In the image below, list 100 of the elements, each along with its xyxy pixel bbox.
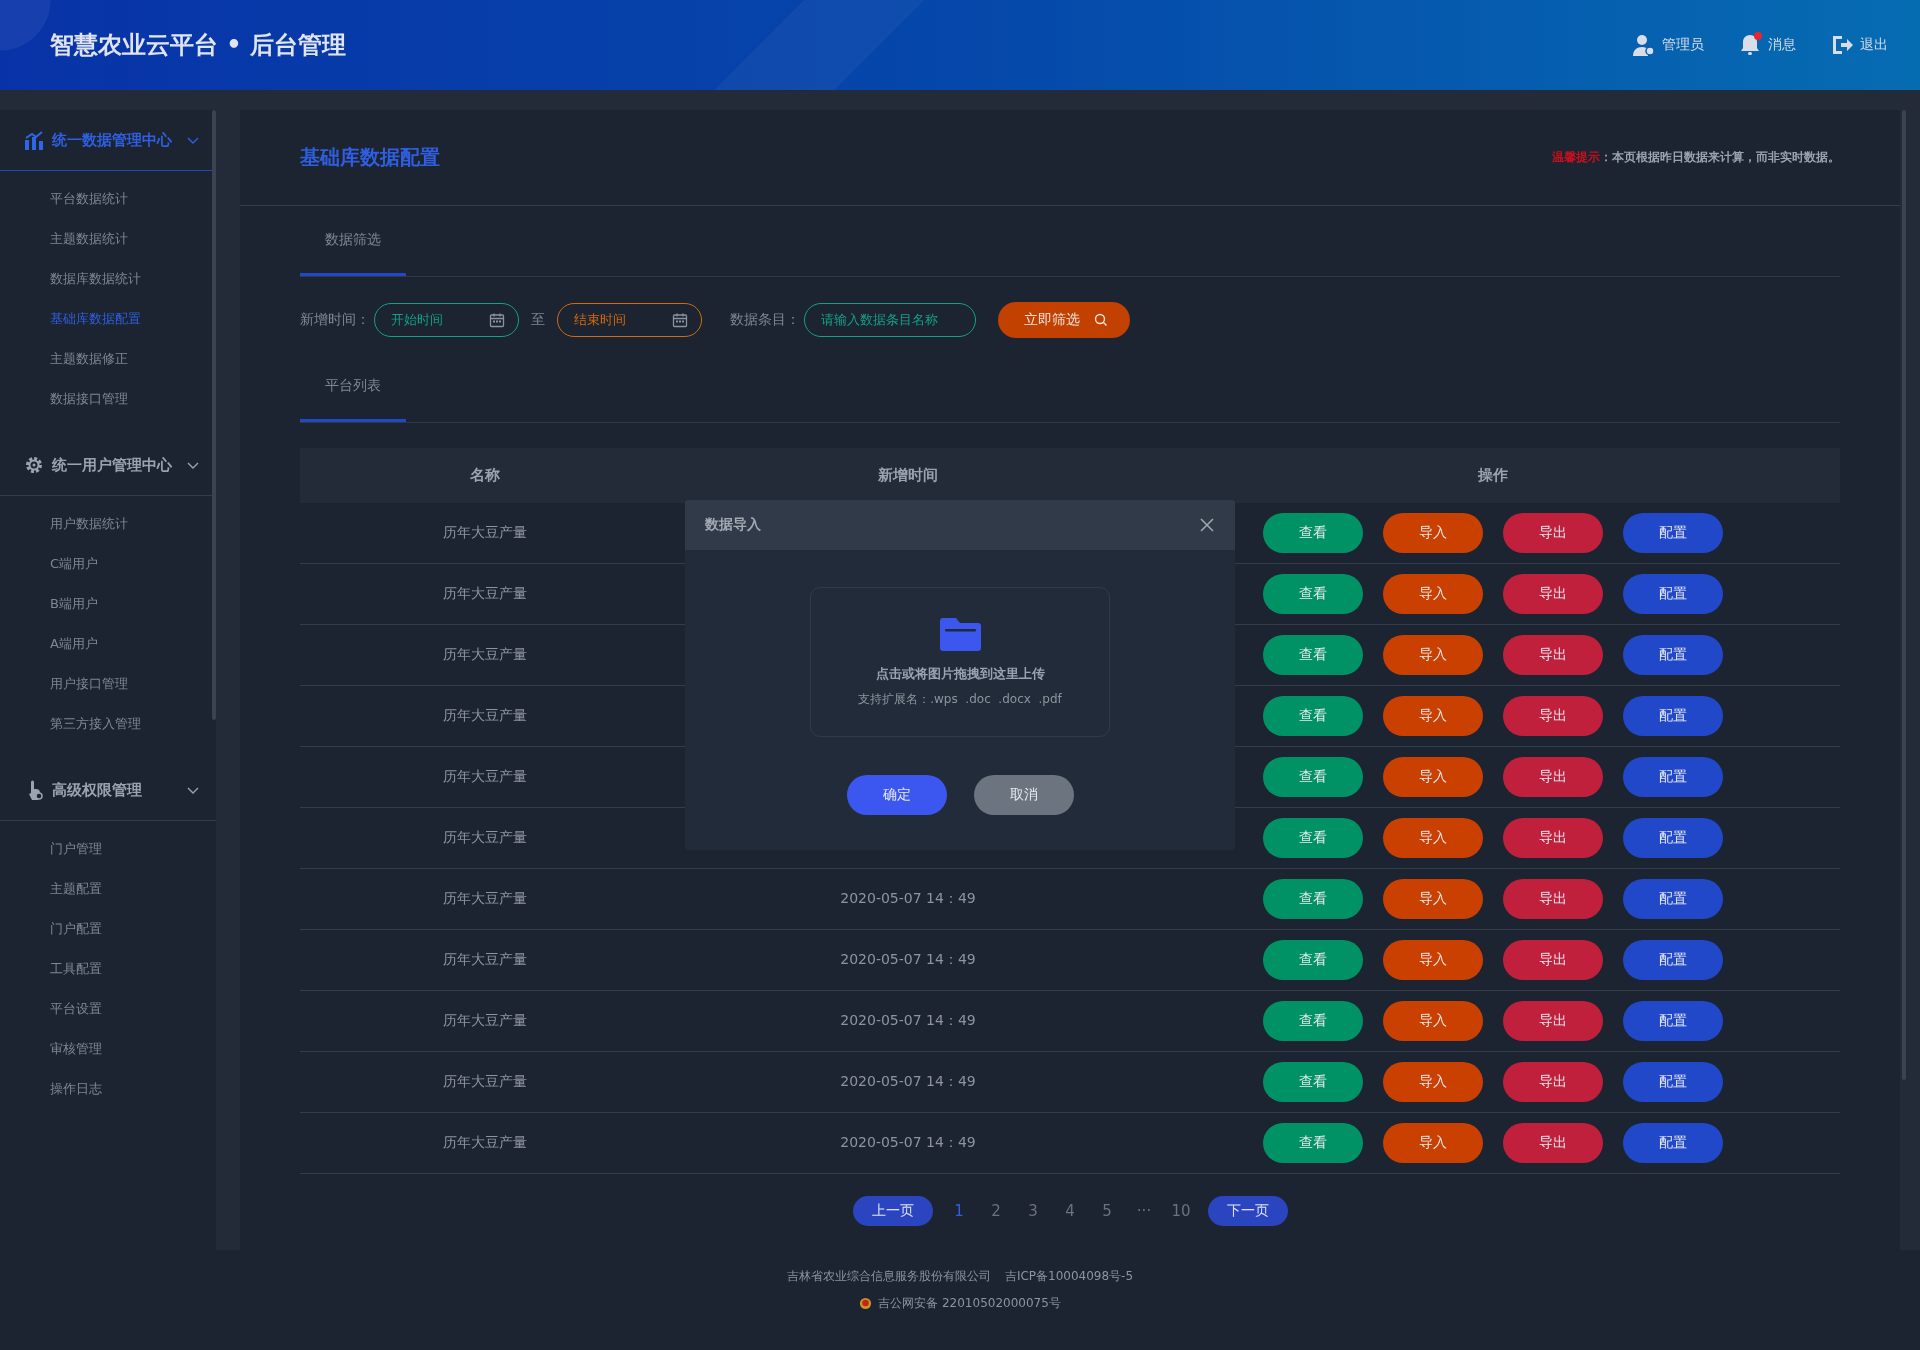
tab[interactable]: 平台列表 (300, 377, 406, 422)
sidebar-item[interactable]: 主题配置 (0, 869, 216, 909)
action-button[interactable]: 导入 (1383, 757, 1483, 797)
action-button[interactable]: 查看 (1263, 1001, 1363, 1041)
sidebar-item[interactable]: 数据接口管理 (0, 379, 216, 419)
sidebar-item[interactable]: 主题数据统计 (0, 219, 216, 259)
action-button[interactable]: 配置 (1623, 879, 1723, 919)
sidebar-item[interactable]: 门户配置 (0, 909, 216, 949)
sidebar-item[interactable]: C端用户 (0, 544, 216, 584)
calendar-icon (489, 311, 505, 328)
action-button[interactable]: 查看 (1263, 696, 1363, 736)
action-button[interactable]: 导入 (1383, 1001, 1483, 1041)
sidebar-item[interactable]: 门户管理 (0, 829, 216, 869)
action-button[interactable]: 配置 (1623, 1123, 1723, 1163)
action-button[interactable]: 导出 (1503, 940, 1603, 980)
sidebar-item[interactable]: 第三方接入管理 (0, 704, 216, 744)
sidebar-item[interactable]: 平台数据统计 (0, 179, 216, 219)
sidebar-item[interactable]: 用户接口管理 (0, 664, 216, 704)
sidebar-item[interactable]: 主题数据修正 (0, 339, 216, 379)
action-button[interactable]: 配置 (1623, 574, 1723, 614)
action-button[interactable]: 查看 (1263, 574, 1363, 614)
action-button[interactable]: 配置 (1623, 940, 1723, 980)
action-button[interactable]: 配置 (1623, 1001, 1723, 1041)
page-link[interactable]: 10 (1162, 1202, 1200, 1220)
action-button[interactable]: 导出 (1503, 757, 1603, 797)
action-button[interactable]: 导出 (1503, 879, 1603, 919)
action-button[interactable]: 导入 (1383, 818, 1483, 858)
table-cell: 2020-05-07 14：49 (840, 1134, 976, 1150)
icp-link[interactable]: 吉ICP备10004098号-5 (1004, 1268, 1134, 1285)
header-action[interactable]: 退出 (1830, 33, 1888, 57)
action-button[interactable]: 导出 (1503, 818, 1603, 858)
sidebar-item[interactable]: 基础库数据配置 (0, 299, 216, 339)
page-link[interactable]: 4 (1051, 1202, 1089, 1220)
action-button[interactable]: 导入 (1383, 1123, 1483, 1163)
start-date-field[interactable]: 开始时间 (374, 302, 519, 337)
action-button[interactable]: 导入 (1383, 635, 1483, 675)
tab[interactable]: 数据筛选 (300, 231, 406, 276)
sidebar-item[interactable]: 操作日志 (0, 1069, 216, 1109)
action-button[interactable]: 导出 (1503, 513, 1603, 553)
dialog-title: 数据导入 (705, 516, 761, 534)
page-link[interactable]: 2 (977, 1202, 1015, 1220)
action-button[interactable]: 配置 (1623, 696, 1723, 736)
action-button[interactable]: 导出 (1503, 635, 1603, 675)
action-button[interactable]: 查看 (1263, 1123, 1363, 1163)
action-button[interactable]: 配置 (1623, 1062, 1723, 1102)
sidebar-item[interactable]: 审核管理 (0, 1029, 216, 1069)
action-button[interactable]: 导入 (1383, 696, 1483, 736)
action-button[interactable]: 配置 (1623, 513, 1723, 553)
action-button[interactable]: 导入 (1383, 513, 1483, 553)
action-button[interactable]: 查看 (1263, 1062, 1363, 1102)
page-link[interactable]: 3 (1014, 1202, 1052, 1220)
cancel-button[interactable]: 取消 (973, 775, 1074, 815)
sidebar-item[interactable]: 用户数据统计 (0, 504, 216, 544)
field-label: 新增时间： (300, 310, 370, 329)
action-button[interactable]: 查看 (1263, 879, 1363, 919)
action-button[interactable]: 查看 (1263, 757, 1363, 797)
close-icon[interactable] (1199, 517, 1215, 533)
action-button[interactable]: 导出 (1503, 696, 1603, 736)
action-button[interactable]: 导入 (1383, 879, 1483, 919)
table-cell-text: 历年大豆产量 (442, 1073, 528, 1091)
table-cell-text: 历年大豆产量 (442, 585, 528, 603)
action-button[interactable]: 导入 (1383, 940, 1483, 980)
sidebar-item[interactable]: 工具配置 (0, 949, 216, 989)
upload-area[interactable]: 点击或将图片拖拽到这里上传 支持扩展名：.wps .doc .docx .pdf (810, 587, 1110, 737)
table-cell: 2020-05-07 14：49 (840, 1073, 976, 1089)
sidebar-item[interactable]: 平台设置 (0, 989, 216, 1029)
action-button[interactable]: 导出 (1503, 1123, 1603, 1163)
filter-button[interactable]: 立即筛选 (998, 301, 1130, 338)
page-link[interactable]: ··· (1125, 1202, 1163, 1220)
emblem-icon (859, 1297, 873, 1310)
confirm-button[interactable]: 确定 (846, 775, 947, 815)
page-link[interactable]: 5 (1088, 1202, 1126, 1220)
header-action[interactable]: 管理员 (1632, 33, 1704, 57)
header-action[interactable]: 消息 (1738, 33, 1796, 57)
sidebar-item[interactable]: 数据库数据统计 (0, 259, 216, 299)
action-button[interactable]: 查看 (1263, 818, 1363, 858)
action-button[interactable]: 查看 (1263, 513, 1363, 553)
next-page-button[interactable]: 下一页 (1207, 1196, 1288, 1226)
action-button[interactable]: 导入 (1383, 1062, 1483, 1102)
action-button[interactable]: 导入 (1383, 574, 1483, 614)
action-button[interactable]: 查看 (1263, 940, 1363, 980)
action-button[interactable]: 配置 (1623, 635, 1723, 675)
action-button[interactable]: 配置 (1623, 757, 1723, 797)
action-button[interactable]: 导出 (1503, 574, 1603, 614)
page-title: 基础库数据配置 (300, 144, 440, 171)
sidebar-item[interactable]: B端用户 (0, 584, 216, 624)
action-button[interactable]: 导出 (1503, 1001, 1603, 1041)
action-button[interactable]: 查看 (1263, 635, 1363, 675)
end-date-field[interactable]: 结束时间 (557, 302, 702, 337)
page-link[interactable]: 1 (940, 1202, 978, 1220)
police-record-link[interactable]: 吉公网安备 22010502000075号 (878, 1295, 1061, 1312)
previous-page-button[interactable]: 上一页 (852, 1196, 933, 1226)
action-button[interactable]: 导出 (1503, 1062, 1603, 1102)
search-field[interactable]: 请输入数据条目名称 (804, 302, 976, 337)
table-cell-text: 历年大豆产量 (442, 1134, 528, 1152)
sidebar-item[interactable]: A端用户 (0, 624, 216, 664)
separator-text: 至 (531, 310, 545, 329)
column-header: 名称 (469, 466, 501, 485)
sidebar-group-header[interactable]: 高级权限管理 (0, 760, 216, 821)
action-button[interactable]: 配置 (1623, 818, 1723, 858)
